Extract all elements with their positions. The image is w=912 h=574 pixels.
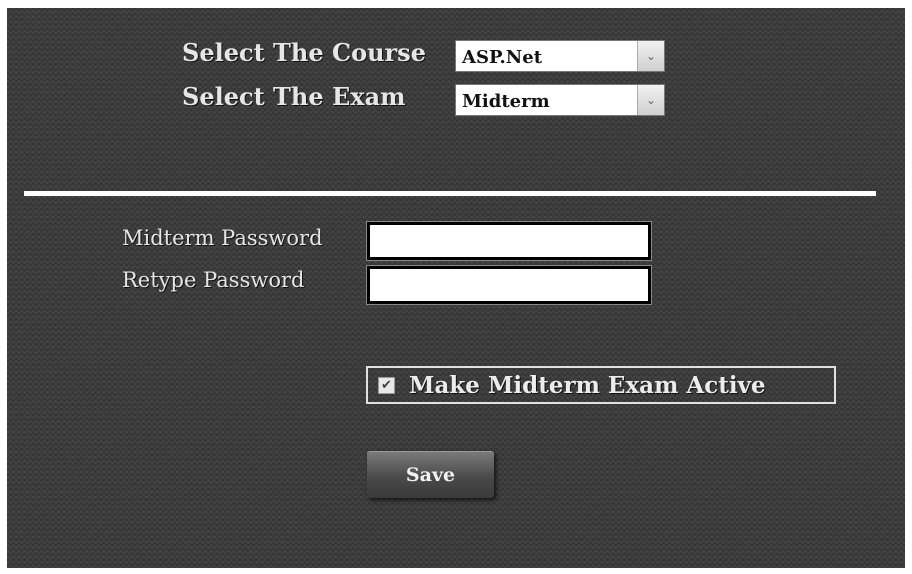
- make-exam-active-option[interactable]: ✔ Make Midterm Exam Active: [366, 366, 836, 404]
- midterm-password-label: Midterm Password: [122, 226, 323, 250]
- save-button[interactable]: Save: [367, 451, 494, 498]
- midterm-password-input[interactable]: [366, 221, 652, 261]
- chevron-down-icon[interactable]: ⌄: [637, 41, 664, 71]
- course-select[interactable]: ASP.Net ⌄: [455, 40, 665, 72]
- course-label: Select The Course: [182, 38, 426, 67]
- make-exam-active-checkbox[interactable]: ✔: [378, 376, 395, 394]
- retype-password-input[interactable]: [366, 265, 652, 305]
- exam-settings-panel: Select The Course ASP.Net ⌄ Select The E…: [7, 8, 905, 568]
- course-select-value: ASP.Net: [462, 47, 543, 68]
- exam-select[interactable]: Midterm ⌄: [455, 84, 665, 116]
- retype-password-label: Retype Password: [122, 268, 305, 292]
- exam-label: Select The Exam: [182, 82, 406, 111]
- section-divider: [24, 191, 876, 196]
- exam-select-value: Midterm: [462, 91, 550, 112]
- make-exam-active-label[interactable]: Make Midterm Exam Active: [409, 372, 766, 399]
- chevron-down-icon[interactable]: ⌄: [637, 85, 664, 115]
